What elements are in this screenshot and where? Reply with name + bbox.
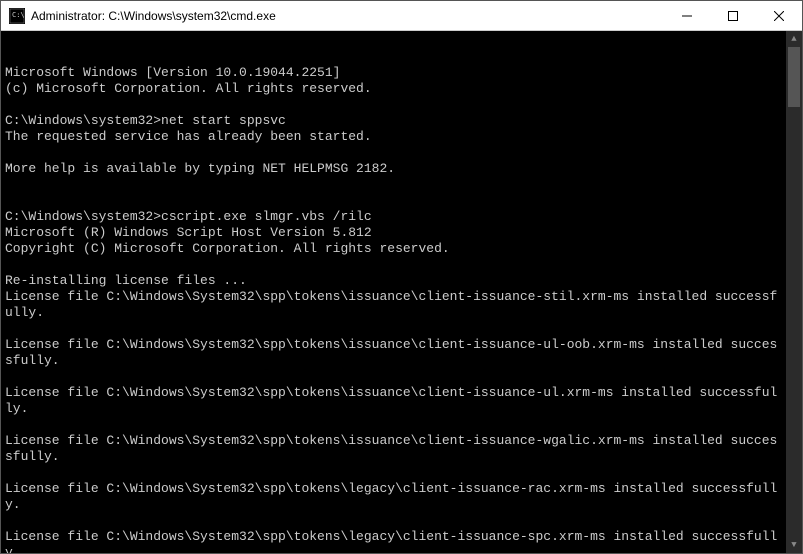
vertical-scrollbar[interactable]: ▲ ▼: [786, 31, 802, 553]
maximize-button[interactable]: [710, 1, 756, 30]
svg-text:C:\: C:\: [12, 11, 25, 19]
scrollbar-thumb[interactable]: [788, 47, 800, 107]
window-title: Administrator: C:\Windows\system32\cmd.e…: [31, 9, 664, 23]
cmd-icon: C:\: [9, 8, 25, 24]
scroll-down-arrow[interactable]: ▼: [786, 537, 802, 553]
console-area[interactable]: Microsoft Windows [Version 10.0.19044.22…: [1, 31, 802, 553]
scroll-up-arrow[interactable]: ▲: [786, 31, 802, 47]
window-controls: [664, 1, 802, 30]
console-output: Microsoft Windows [Version 10.0.19044.22…: [5, 65, 798, 553]
minimize-button[interactable]: [664, 1, 710, 30]
window-titlebar[interactable]: C:\ Administrator: C:\Windows\system32\c…: [1, 1, 802, 31]
close-button[interactable]: [756, 1, 802, 30]
